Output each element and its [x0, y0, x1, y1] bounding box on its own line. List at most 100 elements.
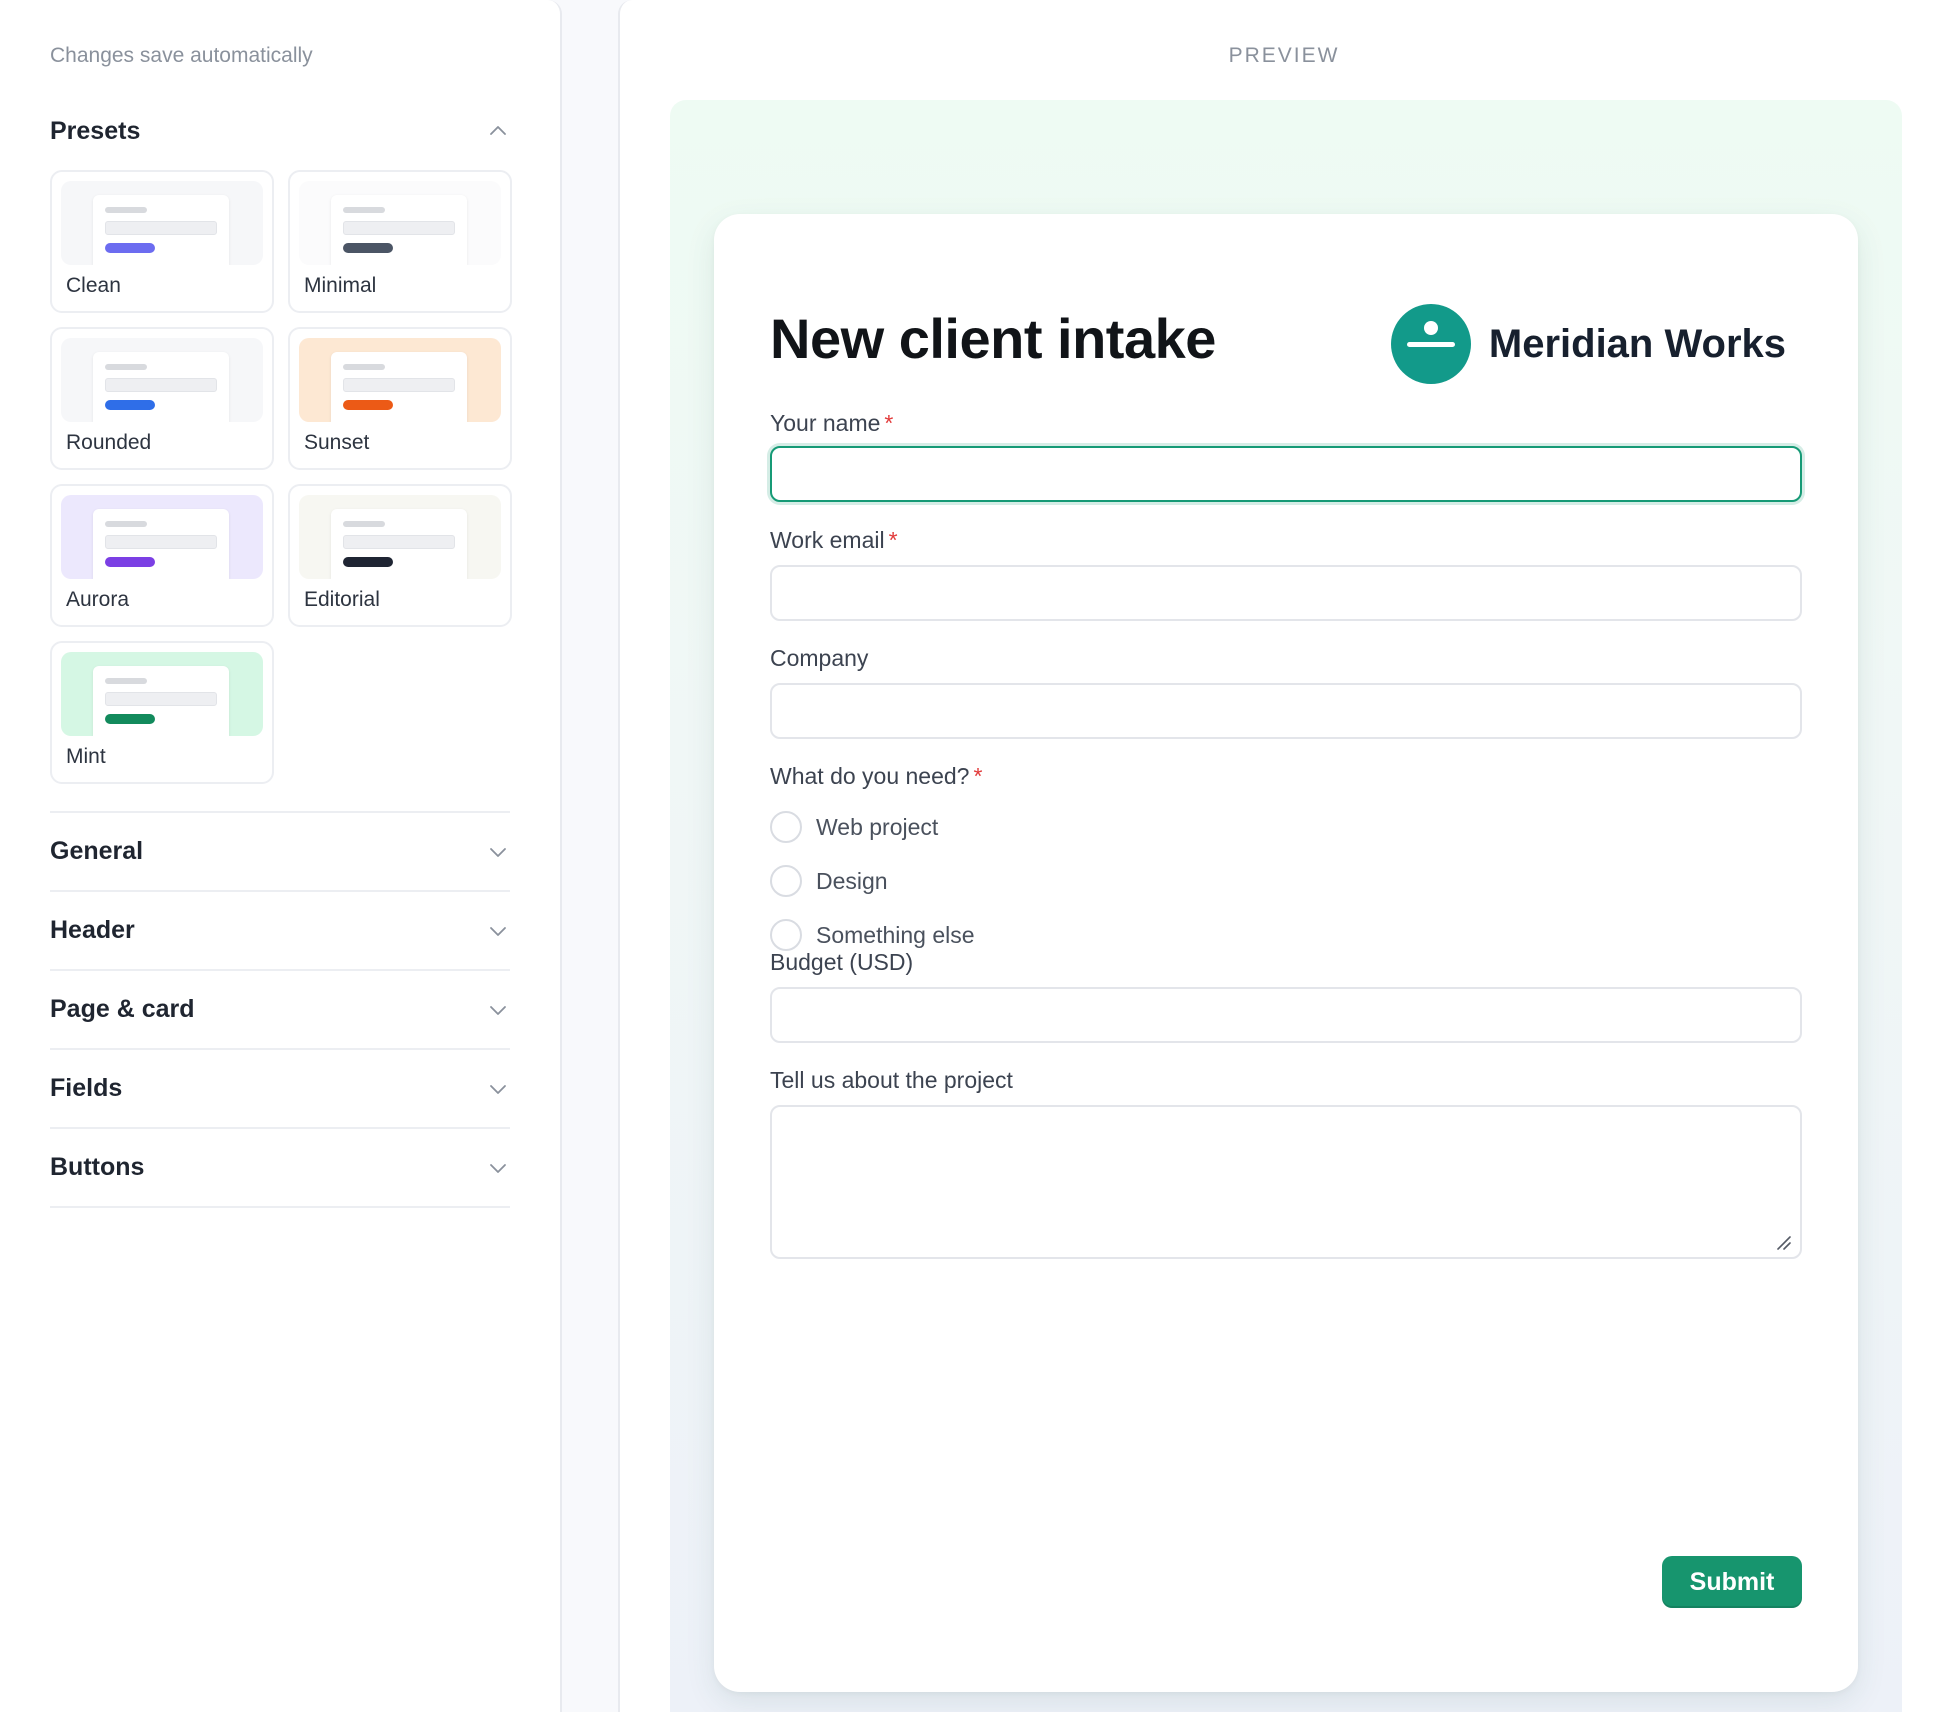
chevron-down-icon[interactable] [486, 840, 510, 864]
section-fields[interactable]: Fields [50, 1050, 510, 1129]
preview-stage: New client intake Meridian Works Your na… [670, 100, 1902, 1712]
section-title: Buttons [50, 1153, 145, 1181]
required-mark: * [888, 527, 898, 553]
radio-button[interactable] [770, 919, 802, 951]
radio-button[interactable] [770, 865, 802, 897]
section-header[interactable]: Header [50, 892, 510, 971]
autosave-status: Changes save automatically [50, 44, 313, 67]
thumbnail-title-line [105, 207, 147, 213]
preset-editorial[interactable]: Editorial [288, 484, 512, 627]
preset-thumbnail [299, 181, 501, 265]
section-title: Page & card [50, 995, 195, 1023]
preset-grid: Clean Minimal Rounded Sunset Aurora Editorial… [50, 170, 512, 784]
chevron-down-icon[interactable] [486, 919, 510, 943]
name-label-text: Your name [770, 410, 881, 436]
presets-header[interactable]: Presets [50, 113, 510, 149]
brand-logo-icon [1390, 304, 1471, 384]
app-root: Changes save automatically Presets Clean… [0, 0, 1948, 1712]
thumbnail-button [105, 400, 155, 410]
settings-sidebar: Changes save automatically Presets Clean… [0, 0, 562, 1712]
preset-aurora[interactable]: Aurora [50, 484, 274, 627]
form-title: New client intake [770, 307, 1216, 370]
preset-label: Editorial [304, 588, 380, 611]
radio-label: Web project [816, 813, 939, 840]
preset-label: Rounded [66, 431, 152, 454]
preset-thumbnail [61, 181, 263, 265]
thumbnail-field [105, 692, 217, 706]
preset-label: Clean [66, 274, 121, 297]
preset-label: Minimal [304, 274, 377, 297]
about-label: Tell us about the project [770, 1067, 1013, 1093]
preset-thumbnail-card [93, 666, 229, 736]
about-textarea[interactable] [770, 1105, 1802, 1259]
name-input[interactable] [770, 446, 1802, 502]
section-title: General [50, 837, 144, 865]
thumbnail-title-line [343, 364, 385, 370]
submit-button[interactable]: Submit [1662, 1556, 1802, 1608]
preset-thumbnail [299, 495, 501, 579]
need-option[interactable]: Something else [770, 918, 975, 952]
form-card: New client intake Meridian Works Your na… [714, 214, 1858, 1692]
section-page-card[interactable]: Page & card [50, 971, 510, 1050]
preset-thumbnail [61, 495, 263, 579]
thumbnail-field [343, 221, 455, 235]
preset-clean[interactable]: Clean [50, 170, 274, 313]
chevron-down-icon[interactable] [486, 998, 510, 1022]
need-option[interactable]: Web project [770, 810, 938, 844]
preset-thumbnail [299, 338, 501, 422]
presets-title: Presets [50, 116, 141, 145]
preset-label: Mint [66, 745, 106, 768]
brand: Meridian Works [1390, 304, 1786, 384]
thumbnail-title-line [105, 521, 147, 527]
email-input[interactable] [770, 565, 1802, 621]
preset-sunset[interactable]: Sunset [288, 327, 512, 470]
thumbnail-title-line [343, 521, 385, 527]
resize-grip-icon[interactable] [1774, 1233, 1792, 1251]
company-label: Company [770, 645, 869, 671]
section-general[interactable]: General [50, 813, 510, 892]
preset-thumbnail-card [93, 509, 229, 579]
preset-minimal[interactable]: Minimal [288, 170, 512, 313]
preset-mint[interactable]: Mint [50, 641, 274, 784]
thumbnail-field [105, 221, 217, 235]
budget-input[interactable] [770, 987, 1802, 1043]
email-label: Work email * [770, 527, 898, 554]
thumbnail-field [105, 378, 217, 392]
thumbnail-field [105, 535, 217, 549]
company-input[interactable] [770, 683, 1802, 739]
preset-thumbnail-card [331, 352, 467, 422]
email-label-text: Work email [770, 527, 885, 553]
name-label: Your name * [770, 410, 893, 437]
thumbnail-title-line [343, 207, 385, 213]
section-buttons[interactable]: Buttons [50, 1129, 510, 1208]
chevron-up-icon[interactable] [486, 119, 510, 143]
brand-name: Meridian Works [1488, 321, 1786, 366]
preset-label: Sunset [304, 431, 370, 454]
thumbnail-button [343, 557, 393, 567]
preset-thumbnail-card [331, 195, 467, 265]
required-mark: * [973, 763, 983, 789]
thumbnail-title-line [105, 364, 147, 370]
need-option[interactable]: Design [770, 864, 888, 898]
preset-label: Aurora [66, 588, 130, 611]
preset-thumbnail-card [93, 352, 229, 422]
required-mark: * [884, 410, 894, 436]
thumbnail-title-line [105, 678, 147, 684]
chevron-down-icon[interactable] [486, 1156, 510, 1180]
thumbnail-field [343, 378, 455, 392]
chevron-down-icon[interactable] [486, 1077, 510, 1101]
thumbnail-button [105, 557, 155, 567]
section-title: Fields [50, 1074, 123, 1102]
thumbnail-button [105, 714, 155, 724]
radio-label: Something else [816, 921, 975, 948]
preview-label: PREVIEW [1228, 44, 1340, 67]
thumbnail-field [343, 535, 455, 549]
preview-panel: PREVIEW New client intake Meridian Works… [618, 0, 1948, 1712]
preset-rounded[interactable]: Rounded [50, 327, 274, 470]
need-label-text: What do you need? [770, 763, 970, 789]
radio-button[interactable] [770, 811, 802, 843]
preset-thumbnail [61, 338, 263, 422]
budget-label: Budget (USD) [770, 949, 914, 975]
preset-thumbnail-card [93, 195, 229, 265]
preset-thumbnail [61, 652, 263, 736]
